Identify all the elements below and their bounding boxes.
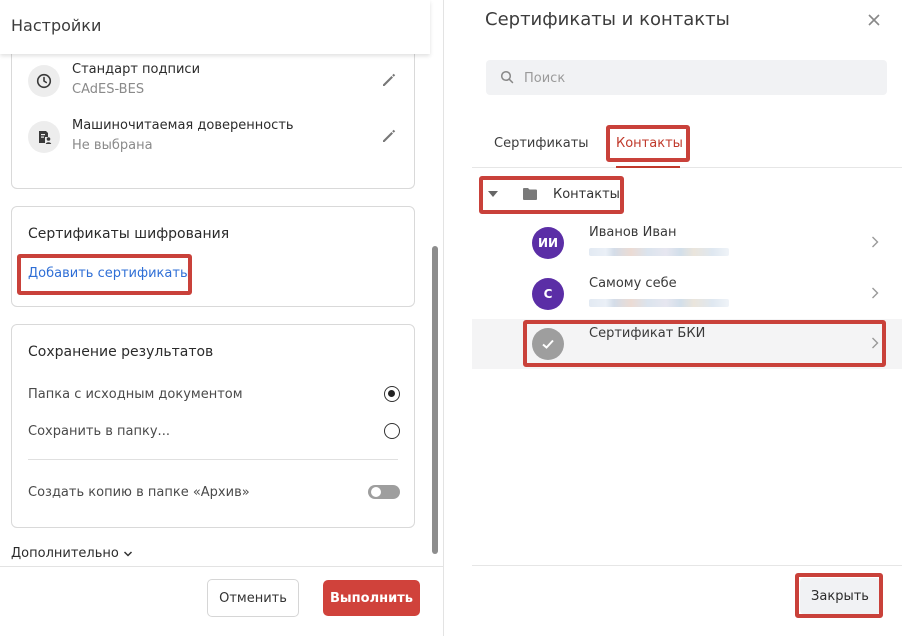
pencil-icon[interactable] xyxy=(380,127,398,145)
archive-copy-label: Создать копию в папке «Архив» xyxy=(28,485,250,500)
encryption-certificates-card: Сертификаты шифрования Добавить сертифик… xyxy=(11,206,415,307)
signature-standard-value: CAdES-BES xyxy=(72,82,145,97)
run-button[interactable]: Выполнить xyxy=(323,580,420,616)
settings-scroll-area: Стандарт подписи CAdES-BES Машиночитаема… xyxy=(0,54,430,566)
machine-readable-poa-label: Машиночитаемая доверенность xyxy=(72,118,294,133)
settings-title: Настройки xyxy=(11,16,102,35)
add-certificates-link[interactable]: Добавить сертификаты xyxy=(28,266,190,281)
more-settings-label: Дополнительно xyxy=(11,546,119,561)
footer-divider xyxy=(472,565,902,566)
check-icon xyxy=(532,328,564,360)
contact-name: Самому себе xyxy=(589,276,677,291)
chevron-right-icon[interactable] xyxy=(870,336,880,350)
tab-certificates[interactable]: Сертификаты xyxy=(494,136,589,151)
contact-item[interactable]: ИИ Иванов Иван xyxy=(472,218,902,268)
folder-icon xyxy=(523,188,537,200)
archive-copy-toggle[interactable] xyxy=(368,485,400,499)
contact-name: Иванов Иван xyxy=(589,225,677,240)
panel-title: Сертификаты и контакты xyxy=(485,9,730,30)
close-icon[interactable] xyxy=(864,10,884,30)
search-input[interactable] xyxy=(524,67,864,89)
contact-item[interactable]: С Самому себе xyxy=(472,269,902,319)
radio-save-to-folder-label: Сохранить в папку... xyxy=(28,424,170,439)
radio-source-folder-label: Папка с исходным документом xyxy=(28,387,243,402)
settings-header: Настройки xyxy=(0,0,430,54)
caret-down-icon[interactable] xyxy=(488,191,498,197)
certificates-contacts-panel: Сертификаты и контакты Сертификаты Конта… xyxy=(444,0,902,636)
redacted-detail xyxy=(589,299,729,307)
avatar: ИИ xyxy=(532,227,564,259)
chevron-down-icon xyxy=(123,550,132,557)
tabs-divider xyxy=(472,167,902,168)
chevron-right-icon[interactable] xyxy=(870,235,880,249)
active-tab-indicator xyxy=(616,166,680,168)
radio-source-folder-button[interactable] xyxy=(384,386,400,402)
settings-footer: Отменить Выполнить xyxy=(0,566,443,636)
signature-standard-row[interactable]: Стандарт подписи CAdES-BES xyxy=(28,61,398,105)
avatar: С xyxy=(532,278,564,310)
redacted-detail xyxy=(589,248,729,256)
signature-standard-label: Стандарт подписи xyxy=(72,62,201,77)
contact-name: Сертификат БКИ xyxy=(589,326,706,341)
divider xyxy=(28,459,398,460)
folder-label: Контакты xyxy=(553,187,620,202)
more-settings-toggle[interactable]: Дополнительно xyxy=(11,546,133,561)
contact-item-selected[interactable]: Сертификат БКИ xyxy=(472,319,902,369)
encryption-certificates-title: Сертификаты шифрования xyxy=(28,226,230,242)
clock-icon xyxy=(28,65,60,97)
radio-save-to-folder[interactable]: Сохранить в папку... xyxy=(28,422,400,444)
archive-copy-row[interactable]: Создать копию в папке «Архив» xyxy=(28,483,400,505)
pencil-icon[interactable] xyxy=(380,71,398,89)
scrollbar-thumb[interactable] xyxy=(432,246,438,554)
save-results-card: Сохранение результатов Папка с исходным … xyxy=(11,324,415,528)
chevron-right-icon[interactable] xyxy=(870,286,880,300)
machine-readable-poa-value: Не выбрана xyxy=(72,138,153,153)
signature-settings-card: Стандарт подписи CAdES-BES Машиночитаема… xyxy=(11,54,415,189)
close-button[interactable]: Закрыть xyxy=(800,578,880,614)
save-results-title: Сохранение результатов xyxy=(28,344,214,360)
cancel-button[interactable]: Отменить xyxy=(207,579,299,617)
search-icon xyxy=(500,70,514,84)
settings-panel: Настройки Стандарт подписи CAdES-BES Маш… xyxy=(0,0,444,636)
radio-source-folder[interactable]: Папка с исходным документом xyxy=(28,385,400,407)
search-box[interactable] xyxy=(486,60,887,95)
contacts-folder-row[interactable]: Контакты xyxy=(480,178,900,212)
tab-contacts[interactable]: Контакты xyxy=(616,136,683,151)
radio-save-to-folder-button[interactable] xyxy=(384,423,400,439)
machine-readable-poa-row[interactable]: Машиночитаемая доверенность Не выбрана xyxy=(28,117,398,161)
document-person-icon xyxy=(28,121,60,153)
